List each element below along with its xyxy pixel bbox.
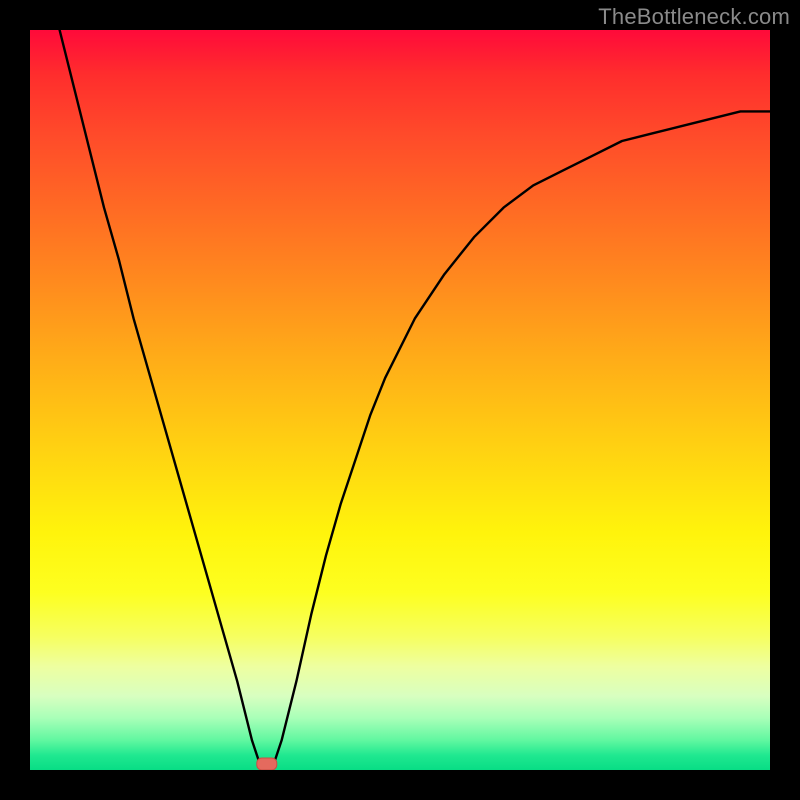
optimal-point-marker (257, 758, 277, 770)
plot-area (30, 30, 770, 770)
watermark-text: TheBottleneck.com (598, 4, 790, 30)
bottleneck-curve (60, 30, 770, 770)
curve-layer (30, 30, 770, 770)
chart-frame: TheBottleneck.com (0, 0, 800, 800)
